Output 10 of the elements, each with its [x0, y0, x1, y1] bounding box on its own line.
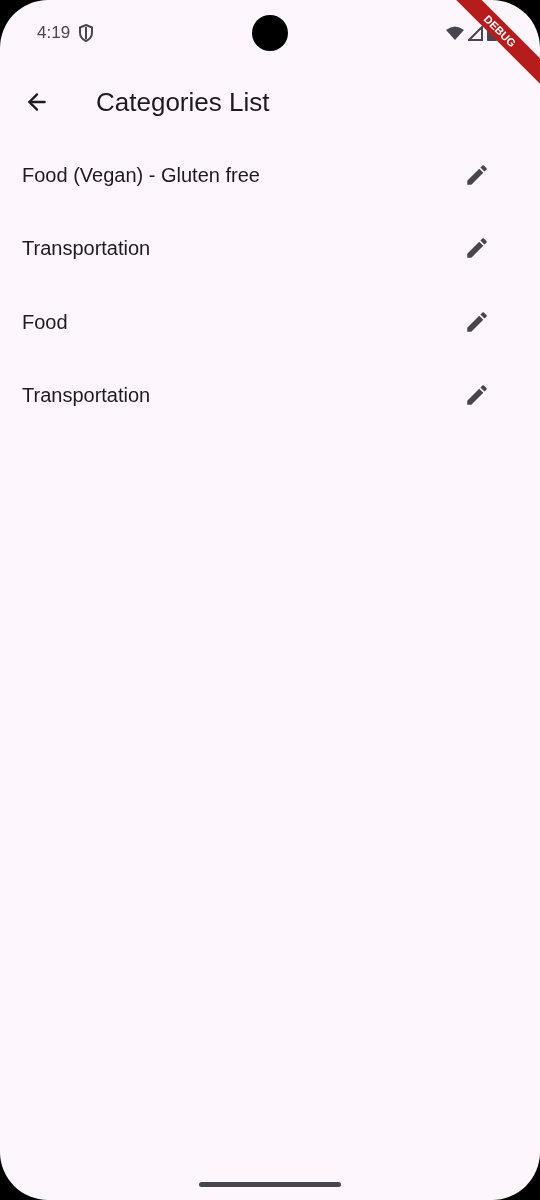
category-name: Transportation: [22, 236, 152, 262]
camera-cutout: [252, 15, 288, 51]
category-name: Transportation: [22, 383, 152, 409]
shield-icon: [78, 24, 95, 42]
category-name: Food (Vegan) - Gluten free: [22, 162, 261, 188]
screen-title: Categories List: [96, 85, 270, 119]
category-name: Food: [22, 309, 69, 335]
signal-icon: [468, 25, 483, 41]
wifi-icon: [446, 26, 464, 40]
status-time: 4:19: [37, 22, 71, 45]
